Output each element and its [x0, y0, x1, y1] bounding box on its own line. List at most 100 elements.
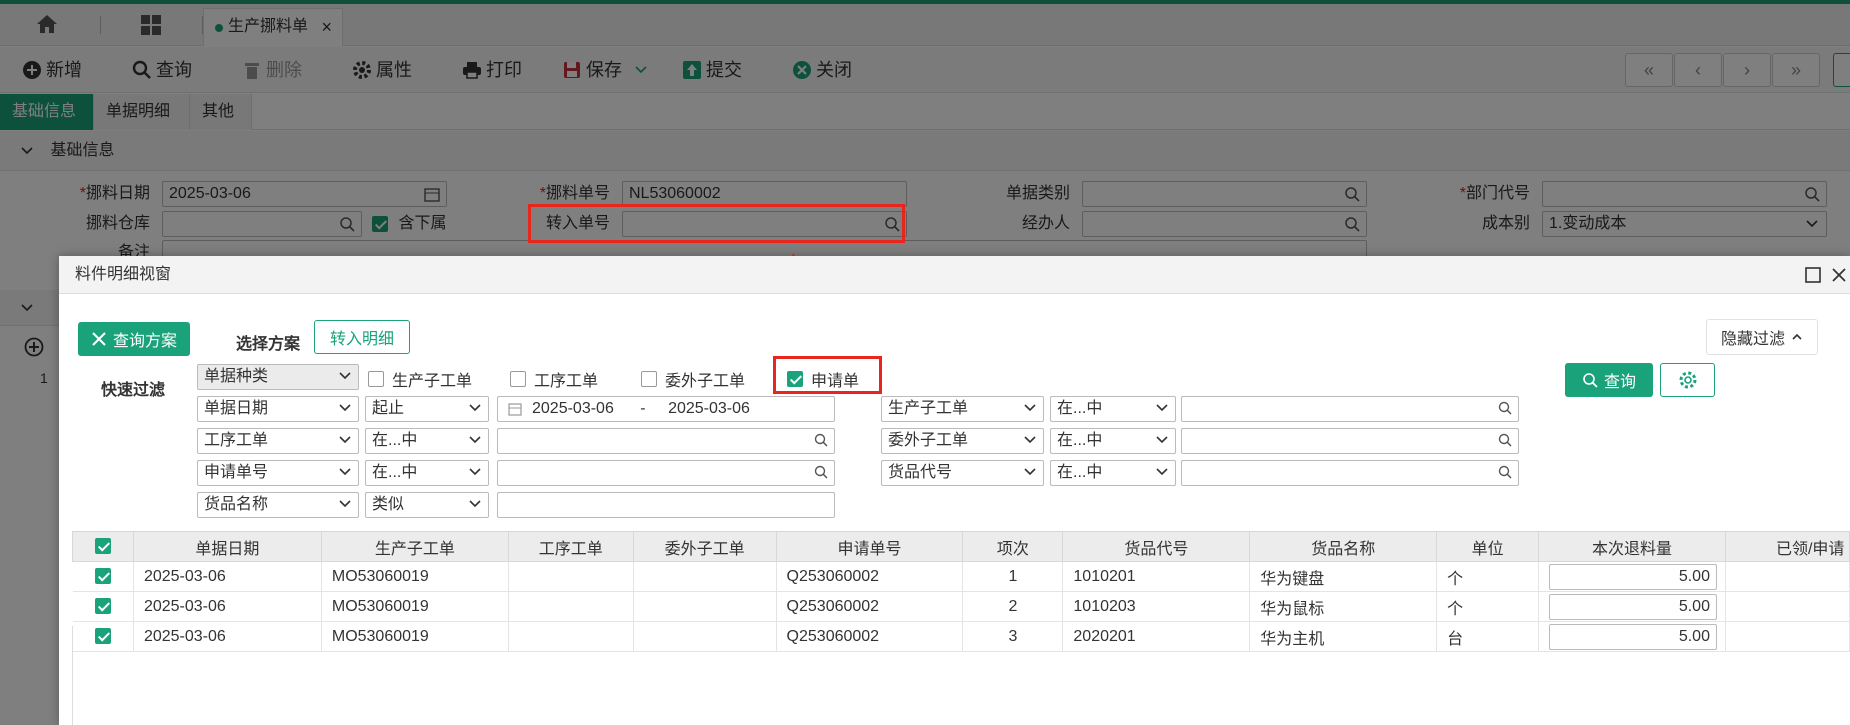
filter-value-input-process[interactable] [497, 428, 835, 454]
gear-icon [1679, 371, 1696, 389]
table-row[interactable]: 2025-03-06 MO53060019 Q253060002 2 10102… [72, 591, 1850, 622]
col-header[interactable]: 货品代号 [1062, 531, 1251, 562]
cell-process [508, 621, 634, 652]
filter-field-select-code[interactable]: 货品代号 [881, 460, 1044, 486]
highlight-box-incoming-no [528, 204, 905, 243]
date-range-input[interactable]: 2025-03-06 - 2025-03-06 [497, 396, 835, 422]
doc-kind-value: 单据种类 [204, 368, 269, 385]
chevron-down-icon [469, 468, 481, 476]
row-checkbox[interactable] [72, 561, 134, 592]
doc-kind-select[interactable]: 单据种类 [197, 364, 359, 390]
cell-outsource [633, 591, 777, 622]
cell-unit: 台 [1436, 621, 1540, 652]
type-checkbox-outsource[interactable]: 委外子工单 [641, 367, 745, 391]
cell-item-name: 华为鼠标 [1249, 591, 1438, 622]
return-qty-input[interactable]: 5.00 [1549, 563, 1717, 590]
type-label: 工序工单 [534, 373, 599, 390]
cell-request-no: Q253060002 [776, 561, 964, 592]
filter-field-select-name[interactable]: 货品名称 [197, 492, 359, 518]
chevron-down-icon [1156, 468, 1168, 476]
modal-header: 料件明细视窗 [59, 256, 1850, 294]
type-checkbox-process[interactable]: 工序工单 [510, 367, 598, 391]
search-icon[interactable] [1498, 401, 1512, 415]
transfer-detail-button[interactable]: 转入明细 [314, 320, 410, 354]
checkbox-icon [510, 371, 526, 387]
type-checkbox-mo[interactable]: 生产子工单 [368, 367, 472, 391]
cell-mo: MO53060019 [321, 561, 509, 592]
cell-request-no: Q253060002 [776, 591, 964, 622]
checkbox-icon [94, 568, 111, 585]
col-header[interactable]: 已领/申请 [1724, 531, 1850, 562]
tools-icon [92, 332, 106, 346]
row-checkbox[interactable] [72, 591, 134, 622]
search-icon[interactable] [1498, 433, 1512, 447]
cell-seq: 2 [962, 591, 1064, 622]
chevron-down-icon [469, 436, 481, 444]
filter-value-input-request[interactable] [497, 460, 835, 486]
filter-field-select-process[interactable]: 工序工单 [197, 428, 359, 454]
modal-query-button[interactable]: 查询 [1565, 363, 1653, 397]
filter-settings-button[interactable] [1660, 363, 1715, 397]
return-qty-input[interactable]: 5.00 [1549, 593, 1717, 620]
close-icon[interactable] [1830, 266, 1848, 284]
return-qty-input[interactable]: 5.00 [1549, 623, 1717, 650]
search-icon[interactable] [1498, 465, 1512, 479]
filter-field-select-mo[interactable]: 生产子工单 [881, 396, 1044, 422]
col-header[interactable]: 单据日期 [132, 531, 322, 562]
highlight-box-request-type [773, 356, 882, 394]
cell-item-code: 1010201 [1062, 561, 1251, 592]
date-from: 2025-03-06 [532, 400, 614, 417]
filter-value-input-name[interactable] [497, 492, 835, 518]
hide-filter-button[interactable]: 隐藏过滤 [1706, 319, 1818, 355]
col-header[interactable]: 单位 [1436, 531, 1540, 562]
col-header[interactable]: 工序工单 [507, 531, 634, 562]
filter-op-select-mo[interactable]: 在...中 [1050, 396, 1176, 422]
chevron-down-icon [339, 436, 351, 444]
chevron-down-icon [1024, 404, 1036, 412]
cell-seq: 3 [962, 621, 1064, 652]
col-header[interactable]: 本次退料量 [1538, 531, 1726, 562]
filter-op-select-request[interactable]: 在...中 [365, 460, 489, 486]
filter-value-input-mo[interactable] [1181, 396, 1519, 422]
type-label: 生产子工单 [392, 373, 473, 390]
row-checkbox[interactable] [72, 621, 134, 652]
filter-value-input-outsource[interactable] [1181, 428, 1519, 454]
calendar-icon [508, 403, 522, 416]
query-scheme-button[interactable]: 查询方案 [78, 322, 190, 356]
query-scheme-label: 查询方案 [112, 333, 177, 350]
filter-value-input-code[interactable] [1181, 460, 1519, 486]
select-all-checkbox[interactable] [72, 531, 134, 562]
col-header[interactable]: 申请单号 [775, 531, 964, 562]
chevron-down-icon [339, 372, 351, 380]
filter-op-select-outsource[interactable]: 在...中 [1050, 428, 1176, 454]
checkbox-icon [641, 371, 657, 387]
filter-op-select-date[interactable]: 起止 [365, 396, 489, 422]
chevron-down-icon [339, 404, 351, 412]
col-header[interactable]: 货品名称 [1249, 531, 1438, 562]
cell-process [508, 591, 634, 622]
filter-op-select-process[interactable]: 在...中 [365, 428, 489, 454]
date-to: 2025-03-06 [668, 400, 750, 417]
date-range-dash: - [640, 400, 646, 417]
cell-date: 2025-03-06 [133, 561, 322, 592]
filter-op-select-code[interactable]: 在...中 [1050, 460, 1176, 486]
filter-field-select-request[interactable]: 申请单号 [197, 460, 359, 486]
filter-field-select-date[interactable]: 单据日期 [197, 396, 359, 422]
table-row[interactable]: 2025-03-06 MO53060019 Q253060002 1 10102… [72, 561, 1850, 592]
maximize-icon[interactable] [1804, 266, 1822, 284]
checkbox-icon [94, 628, 111, 645]
table-left-border [72, 626, 73, 725]
col-header[interactable]: 委外子工单 [632, 531, 777, 562]
filter-op-select-name[interactable]: 类似 [365, 492, 489, 518]
col-header[interactable]: 项次 [962, 531, 1064, 562]
cell-unit: 个 [1436, 561, 1540, 592]
chevron-down-icon [339, 468, 351, 476]
filter-field-select-outsource[interactable]: 委外子工单 [881, 428, 1044, 454]
cell-requested [1725, 561, 1850, 592]
col-header[interactable]: 生产子工单 [320, 531, 509, 562]
search-icon[interactable] [814, 433, 828, 447]
table-row[interactable]: 2025-03-06 MO53060019 Q253060002 3 20202… [72, 621, 1850, 652]
search-icon[interactable] [814, 465, 828, 479]
select-scheme-label: 选择方案 [236, 336, 301, 353]
chevron-down-icon [1156, 404, 1168, 412]
